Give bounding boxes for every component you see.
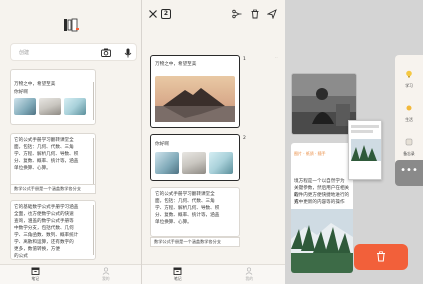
merge-icon[interactable] — [232, 9, 242, 19]
photo-thumbnail — [155, 152, 179, 174]
forest-thumbnail — [351, 139, 381, 161]
folder-label: 学习 — [405, 83, 413, 88]
selection-toolbar: 2 — [142, 8, 285, 22]
app-logo-icon — [64, 18, 79, 32]
note-line: 分、复数、概率、统计等，涵盖 — [155, 213, 220, 218]
tab-notes[interactable]: 笔记 — [142, 265, 214, 284]
note-line: 学、三角函数、数列、概率统计 — [14, 233, 79, 238]
drag-preview-card[interactable] — [348, 120, 382, 180]
folder-sidebar: 学习 生活 备忘录 — [395, 55, 423, 175]
bottom-tab-bar: 笔记 我的 — [142, 264, 285, 284]
tab-label: 笔记 — [31, 276, 40, 281]
note-card-formula[interactable]: 它的公式手册学习翻转课堂全 面，包括：几何、代数、三角 学、方程、解析几何、导数… — [150, 187, 240, 237]
note-line: 它的基础数学公式手册学习涵盖 — [14, 205, 79, 210]
folder-memo[interactable]: 备忘录 — [395, 131, 423, 157]
photo-thumbnail — [182, 152, 206, 174]
note-line: 境方程是一个以自然学为 — [294, 179, 345, 184]
photo-thumbnail[interactable] — [39, 98, 61, 115]
note-tag: 图片 · 纸质 · 随手 — [294, 151, 326, 156]
archive-icon — [31, 267, 40, 275]
note-line: 面，包括：几何、代数、三角 — [155, 199, 215, 204]
note-line: 学、方程、解析几何、导数、积 — [14, 152, 79, 157]
tab-label: 笔记 — [173, 276, 182, 281]
photo-thumbnail[interactable] — [64, 98, 86, 115]
note-line: 全面，也方便数学公式的快速 — [14, 212, 74, 217]
note-card-math[interactable]: 它的基础数学公式手册学习涵盖 全面，也方便数学公式的快速 查询，涵盖的数学公式手… — [10, 200, 96, 260]
note-body: 它的公式手册学习翻转课堂全 面，包括：几何、代数、三角 学、方程、解析几何、导数… — [155, 191, 219, 226]
selection-order-number: 1 — [243, 57, 246, 62]
camera-icon[interactable] — [101, 48, 111, 57]
photo-thumbnail[interactable] — [14, 98, 36, 115]
note-body: 它的基础数学公式手册学习涵盖 全面，也方便数学公式的快速 查询，涵盖的数学公式手… — [14, 204, 78, 260]
background-note-card: 图片 · 纸质 · 随手 境方程是一个以自然学为 关键参数，然后用户在相关的 软… — [291, 143, 353, 273]
card-scrollbar — [93, 205, 94, 255]
bottom-tab-bar: 笔记 我的 — [0, 264, 141, 284]
note-line: 软件内更方便快捷地进行的方 — [294, 193, 350, 205]
note-line: 查询，涵盖的数学公式手册等 — [14, 219, 74, 224]
folder-label: 备忘录 — [403, 151, 415, 156]
user-icon — [245, 267, 253, 275]
delete-drop-zone[interactable] — [354, 244, 408, 270]
note-subtitle: 你好啊 — [14, 90, 28, 95]
text-placeholder — [351, 130, 373, 133]
tab-label: 我的 — [245, 276, 254, 281]
search-bar[interactable]: 创建 — [10, 43, 137, 61]
note-line: 的公式 — [14, 254, 28, 259]
mountain-lake-photo — [155, 76, 235, 122]
selected-note-card[interactable]: 你好啊 — [150, 134, 240, 181]
tab-notes[interactable]: 笔记 — [0, 265, 71, 284]
share-icon[interactable] — [267, 9, 277, 19]
folder-life[interactable]: 生活 — [395, 97, 423, 123]
selected-note-card[interactable]: 万物之中，希望至美 — [150, 55, 240, 128]
note-line: 分、复数、概率、统计等，涵盖 — [14, 159, 79, 164]
note-card-travel[interactable]: 万物之中，希望至美 你好啊 — [10, 69, 96, 125]
note-line: 学、离散和运算，还有数字的 — [14, 240, 74, 245]
memo-icon — [405, 138, 413, 146]
lightbulb-icon — [406, 70, 412, 78]
trash-icon[interactable] — [250, 9, 260, 19]
tab-label: 我的 — [101, 276, 110, 281]
folder-label: 生活 — [405, 117, 413, 122]
tab-me[interactable]: 我的 — [71, 265, 142, 284]
note-line: 中数学分支，包括代数、几何 — [14, 226, 74, 231]
card-scrollbar — [93, 82, 94, 120]
microphone-icon[interactable] — [124, 48, 132, 58]
note-line: 学、方程、解析几何、导数、积 — [155, 206, 220, 211]
note-line: 面，包括：几何、代数、三角 — [14, 145, 74, 150]
text-placeholder — [351, 125, 379, 128]
note-line: 式中更新的内容等的操作 — [294, 200, 345, 205]
search-placeholder: 创建 — [19, 50, 30, 56]
note-line: 它的公式手册学习翻转课堂全 — [155, 192, 215, 197]
tab-me[interactable]: 我的 — [214, 265, 286, 284]
selection-order-number: 2 — [243, 136, 246, 141]
note-title: 你好啊 — [155, 142, 169, 147]
note-line: 单位换算、心算。 — [14, 166, 51, 171]
trash-icon — [377, 251, 385, 262]
folder-study[interactable]: 学习 — [395, 63, 423, 89]
forest-photo — [291, 209, 353, 273]
note-preview-caption: 数学公式手册是一个涵盖数学各分支 — [150, 237, 240, 247]
note-line: 更多，数值转换，方便 — [14, 247, 60, 252]
note-title: 万物之中，希望至美 — [14, 82, 56, 87]
note-line: 单位换算、心算。 — [155, 220, 192, 225]
notes-list-screen: 创建 万物之中，希望至美 你好啊 它的公式手册学习翻转课堂全 面，包括：几何、代… — [0, 0, 142, 284]
sun-icon — [406, 105, 412, 111]
drag-to-folder-screen: 图片 · 纸质 · 随手 境方程是一个以自然学为 关键参数，然后用户在相关的 软… — [285, 0, 423, 284]
selected-count-badge: 2 — [161, 9, 171, 19]
more-options-button[interactable]: ••• — [395, 160, 423, 186]
note-line: 关键参数，然后用户在相关的 — [294, 186, 350, 198]
multi-select-screen: 2 ·· 万物之中，希望至美 1 你好啊 2 它的公式手册学习翻转课堂全 面，包… — [142, 0, 285, 284]
card-scrollbar — [93, 138, 94, 184]
archive-icon — [173, 267, 182, 275]
close-icon[interactable] — [148, 9, 158, 19]
photo-thumbnail — [209, 152, 233, 174]
note-body: 境方程是一个以自然学为 关键参数，然后用户在相关的 软件内更方便快捷地进行的方 … — [294, 178, 353, 206]
note-line: 它的公式手册学习翻转课堂全 — [14, 138, 74, 143]
note-title: 万物之中，希望至美 — [155, 62, 197, 67]
ghost-label: ·· — [275, 55, 278, 60]
user-icon — [102, 267, 110, 275]
note-body: 它的公式手册学习翻转课堂全 面，包括：几何、代数、三角 学、方程、解析几何、导数… — [14, 137, 78, 172]
note-preview-caption: 数学公式手册是一个涵盖数学各分支 — [10, 184, 96, 194]
